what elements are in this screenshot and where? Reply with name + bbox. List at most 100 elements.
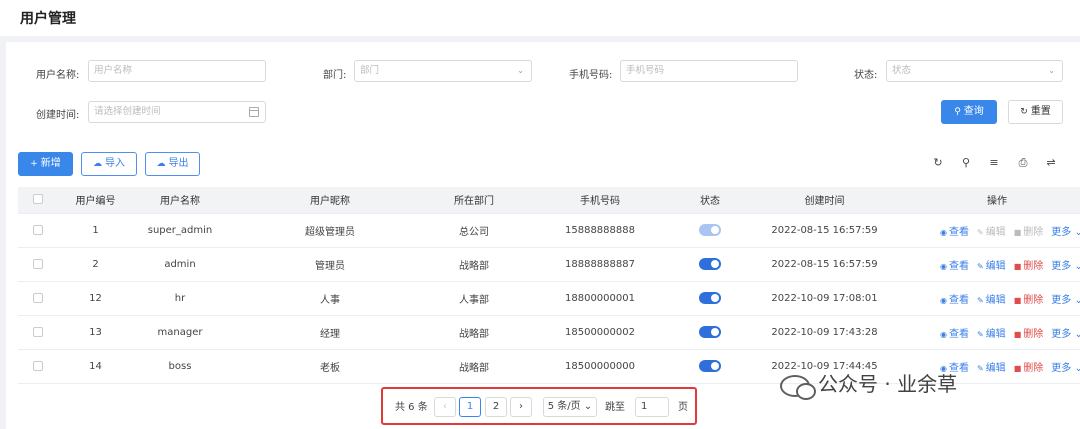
trash-icon: ■ <box>1013 295 1022 305</box>
reset-button[interactable]: ↻ 重置 <box>1008 100 1063 124</box>
status-toggle[interactable] <box>699 360 721 372</box>
density-icon[interactable]: ≡ <box>987 156 1001 169</box>
delete-label: 删除 <box>1023 226 1044 238</box>
nickname-cell: 管理员 <box>227 247 433 282</box>
more-button[interactable]: 更多 ⌄ <box>1051 223 1080 238</box>
nickname-cell: 经理 <box>227 315 433 350</box>
edit-label: 编辑 <box>985 226 1006 238</box>
header-nickname: 用户昵称 <box>227 187 433 214</box>
eye-icon: ◉ <box>940 295 947 305</box>
export-button[interactable]: ☁ 导出 <box>145 152 200 176</box>
status-cell <box>685 315 735 350</box>
row-checkbox[interactable] <box>33 224 43 235</box>
delete-button: ■ 删除 <box>1014 223 1044 238</box>
dept-cell: 人事部 <box>433 281 515 316</box>
status-toggle[interactable] <box>699 326 721 338</box>
page-size-select[interactable]: 5 条/页 ⌄ <box>543 397 597 417</box>
dept-cell: 战略部 <box>433 315 515 350</box>
username-label: 用户名称: <box>36 70 80 81</box>
edit-label: 编辑 <box>985 362 1006 374</box>
trash-icon: ■ <box>1013 261 1022 271</box>
edit-button[interactable]: ✎ 编辑 <box>977 359 1006 374</box>
header-username: 用户名称 <box>133 187 227 214</box>
import-button[interactable]: ☁ 导入 <box>81 152 137 176</box>
phone-input[interactable]: 手机号码 <box>620 60 798 82</box>
created-date-picker[interactable]: 请选择创建时间 <box>88 101 266 123</box>
query-button[interactable]: ⚲ 查询 <box>941 100 997 124</box>
view-button[interactable]: ◉ 查看 <box>940 291 969 306</box>
query-button-label: 查询 <box>963 106 984 117</box>
status-cell <box>685 349 735 384</box>
page-button-2[interactable]: 2 <box>485 397 507 417</box>
created-cell: 2022-08-15 16:57:59 <box>735 213 914 248</box>
column-settings-icon[interactable]: ⇌ <box>1044 156 1058 169</box>
more-label: 更多 <box>1051 362 1072 374</box>
row-select-cell <box>18 213 58 248</box>
actions-cell: ◉ 查看 ✎ 编辑 ■ 删除 更多 ⌄ <box>914 247 1080 282</box>
edit-icon: ✎ <box>976 329 984 339</box>
row-checkbox[interactable] <box>33 258 43 269</box>
refresh-icon[interactable]: ↻ <box>931 156 945 169</box>
jump-input[interactable]: 1 <box>635 397 669 417</box>
more-button[interactable]: 更多 ⌄ <box>1051 325 1080 340</box>
page-button-1[interactable]: 1 <box>459 397 481 417</box>
header-actions: 操作 <box>914 187 1080 214</box>
username-cell: admin <box>133 247 227 282</box>
delete-button[interactable]: ■ 删除 <box>1014 325 1044 340</box>
delete-button[interactable]: ■ 删除 <box>1014 291 1044 306</box>
reset-button-label: 重置 <box>1030 106 1051 117</box>
nickname-cell: 人事 <box>227 281 433 316</box>
more-button[interactable]: 更多 ⌄ <box>1051 291 1080 306</box>
created-cell: 2022-10-09 17:43:28 <box>735 315 914 350</box>
username-input[interactable]: 用户名称 <box>88 60 266 82</box>
row-select-cell <box>18 281 58 316</box>
more-button[interactable]: 更多 ⌄ <box>1051 257 1080 272</box>
prev-page-button[interactable]: ‹ <box>434 397 456 417</box>
edit-button[interactable]: ✎ 编辑 <box>977 325 1006 340</box>
view-button[interactable]: ◉ 查看 <box>940 325 969 340</box>
eye-icon: ◉ <box>940 329 947 339</box>
row-checkbox[interactable] <box>33 326 43 337</box>
phone-cell: 18800000001 <box>515 281 685 316</box>
delete-label: 删除 <box>1023 260 1044 272</box>
more-button[interactable]: 更多 ⌄ <box>1051 359 1080 374</box>
status-select[interactable]: 状态 ⌄ <box>886 60 1063 82</box>
view-button[interactable]: ◉ 查看 <box>940 257 969 272</box>
chevron-down-icon: ⌄ <box>1074 294 1080 306</box>
view-label: 查看 <box>948 226 969 238</box>
actions-cell: ◉ 查看 ✎ 编辑 ■ 删除 更多 ⌄ <box>914 315 1080 350</box>
plus-icon: + <box>30 159 38 169</box>
dept-cell: 战略部 <box>433 247 515 282</box>
edit-label: 编辑 <box>985 294 1006 306</box>
dept-select[interactable]: 部门 ⌄ <box>354 60 532 82</box>
page-header: 用户管理 <box>0 0 1080 36</box>
search-icon[interactable]: ⚲ <box>959 156 973 169</box>
row-checkbox[interactable] <box>33 292 43 303</box>
delete-button[interactable]: ■ 删除 <box>1014 359 1044 374</box>
row-checkbox[interactable] <box>33 360 43 371</box>
username-cell: manager <box>133 315 227 350</box>
pagination: 共 6 条 ‹ 1 2 › 5 条/页 ⌄ 跳至 1 页 <box>381 387 697 425</box>
row-select-cell <box>18 315 58 350</box>
view-label: 查看 <box>948 328 969 340</box>
status-toggle[interactable] <box>699 258 721 270</box>
view-label: 查看 <box>948 294 969 306</box>
next-page-button[interactable]: › <box>510 397 532 417</box>
add-button[interactable]: + 新增 <box>18 152 73 176</box>
nickname-cell: 超级管理员 <box>227 213 433 248</box>
status-toggle[interactable] <box>699 292 721 304</box>
chevron-down-icon: ⌄ <box>1048 66 1055 75</box>
delete-button[interactable]: ■ 删除 <box>1014 257 1044 272</box>
created-cell: 2022-10-09 17:08:01 <box>735 281 914 316</box>
actions-cell: ◉ 查看 ✎ 编辑 ■ 删除 更多 ⌄ <box>914 281 1080 316</box>
wechat-logo-icon <box>780 374 816 400</box>
delete-label: 删除 <box>1023 294 1044 306</box>
view-button[interactable]: ◉ 查看 <box>940 223 969 238</box>
print-icon[interactable]: ⎙ <box>1016 156 1030 170</box>
username-cell: boss <box>133 349 227 384</box>
nickname-cell: 老板 <box>227 349 433 384</box>
edit-button[interactable]: ✎ 编辑 <box>977 257 1006 272</box>
edit-button[interactable]: ✎ 编辑 <box>977 291 1006 306</box>
user-id-cell: 1 <box>58 213 133 248</box>
select-all-checkbox[interactable] <box>33 194 43 205</box>
